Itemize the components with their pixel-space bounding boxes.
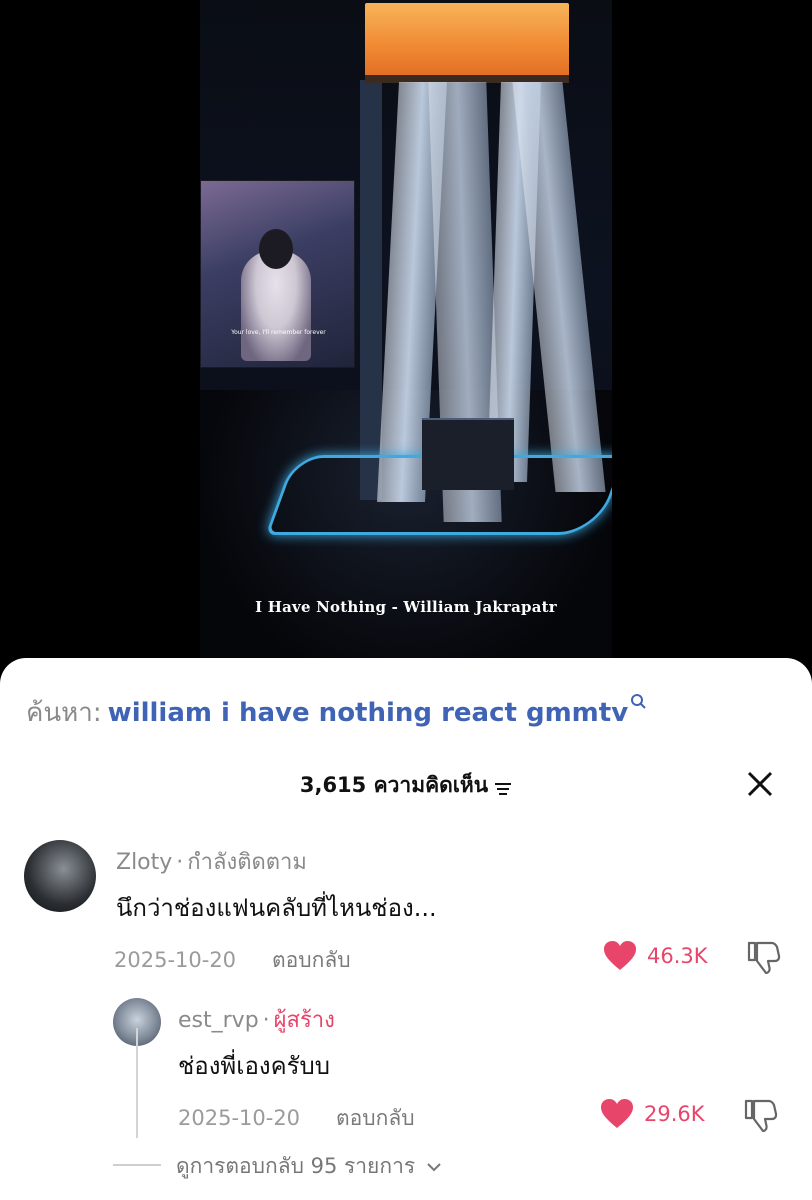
video-caption: I Have Nothing - William Jakrapatr	[255, 598, 557, 616]
reply-text: ช่องพี่เองครับบ	[178, 1052, 330, 1080]
stage-tower	[360, 80, 382, 500]
search-query[interactable]: william i have nothing react gmmtv	[108, 698, 628, 728]
like-count: 29.6K	[644, 1102, 705, 1126]
creator-tag: ผู้สร้าง	[273, 1008, 335, 1033]
close-icon[interactable]	[744, 768, 776, 800]
comments-sheet: ค้นหา: william i have nothing react gmmtv…	[0, 658, 812, 1200]
reply-button[interactable]: ตอบกลับ	[272, 948, 351, 972]
dislike-icon[interactable]	[743, 1098, 779, 1133]
heart-icon	[604, 941, 636, 970]
reply-username[interactable]: est_rvp	[178, 1008, 259, 1033]
like-count: 46.3K	[647, 944, 708, 968]
comment-text: นึกว่าช่องแฟนคลับที่ไหนช่อง...	[116, 894, 437, 922]
like-button[interactable]: 46.3K	[603, 940, 708, 972]
avatar[interactable]	[24, 840, 96, 912]
comment-meta: 2025-10-20 ตอบกลับ	[114, 944, 351, 977]
comment-username[interactable]: Zloty	[116, 850, 172, 875]
thread-connector	[136, 1028, 138, 1138]
search-icon[interactable]	[630, 686, 646, 709]
search-prefix: ค้นหา:	[26, 698, 102, 728]
view-replies-label: ดูการตอบกลับ 95 รายการ	[176, 1154, 416, 1178]
chevron-down-icon	[427, 1163, 441, 1172]
view-replies-divider	[113, 1164, 161, 1166]
sort-icon[interactable]	[494, 778, 512, 795]
concert-screen: Your love, I'll remember forever	[200, 180, 355, 368]
comment-date: 2025-10-20	[114, 948, 237, 972]
separator-dot: ·	[262, 1008, 270, 1033]
following-tag: กำลังติดตาม	[187, 850, 307, 875]
like-button[interactable]: 29.6K	[600, 1098, 705, 1130]
lightbox-top	[365, 3, 569, 81]
heart-icon	[601, 1099, 633, 1128]
dislike-icon[interactable]	[746, 940, 782, 975]
view-replies-button[interactable]: ดูการตอบกลับ 95 รายการ	[176, 1150, 442, 1183]
separator-dot: ·	[176, 850, 184, 875]
reply-author-line: est_rvp · ผู้สร้าง	[178, 1002, 335, 1037]
video-player[interactable]: Your love, I'll remember forever I Have …	[0, 0, 812, 690]
reply-date: 2025-10-20	[178, 1106, 301, 1130]
reply-meta: 2025-10-20 ตอบกลับ	[178, 1102, 415, 1135]
reply-button[interactable]: ตอบกลับ	[336, 1106, 415, 1130]
comments-count: 3,615 ความคิดเห็น	[299, 773, 489, 797]
comments-count-header: 3,615 ความคิดเห็น	[0, 769, 812, 802]
comment-author-line: Zloty · กำลังติดตาม	[116, 844, 307, 879]
stage-pedestal	[422, 418, 514, 490]
video-frame: Your love, I'll remember forever I Have …	[200, 0, 612, 690]
search-suggestion[interactable]: ค้นหา: william i have nothing react gmmtv	[26, 692, 646, 733]
performer-head	[259, 229, 293, 269]
screen-subtitle: Your love, I'll remember forever	[231, 329, 326, 336]
